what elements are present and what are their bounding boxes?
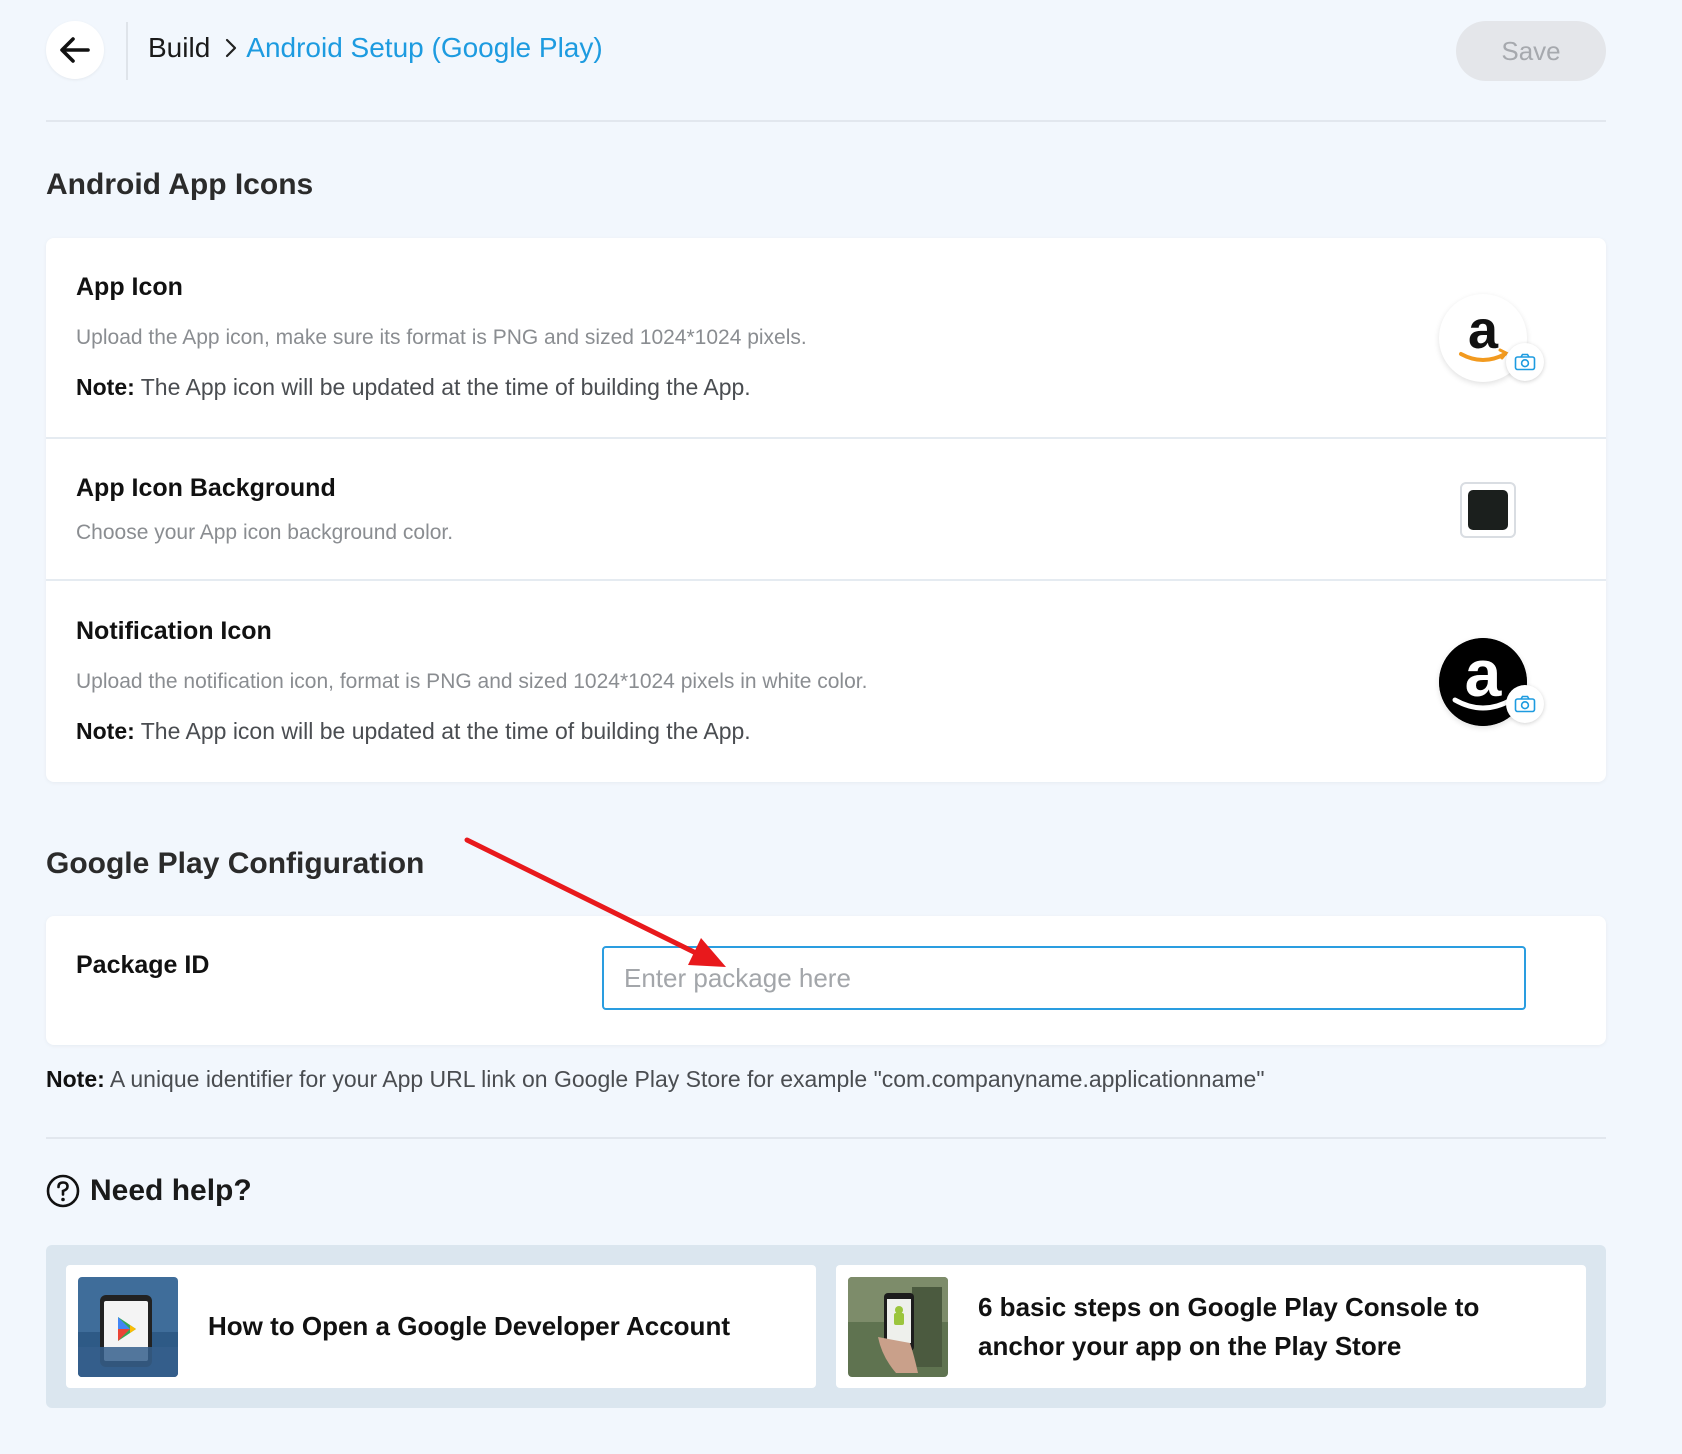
note-text: The App icon will be updated at the time…: [134, 718, 751, 744]
package-id-note: Note: A unique identifier for your App U…: [46, 1066, 1265, 1093]
app-icon-background-row: App Icon Background Choose your App icon…: [46, 439, 1606, 579]
camera-icon: [1514, 353, 1536, 371]
note-label: Note:: [46, 1066, 105, 1092]
breadcrumb-current: Android Setup (Google Play): [246, 32, 603, 63]
app-icon-note: Note: The App icon will be updated at th…: [76, 374, 751, 401]
note-text: The App icon will be updated at the time…: [134, 374, 751, 400]
section-divider: [46, 1137, 1606, 1139]
package-id-input[interactable]: [602, 946, 1526, 1010]
app-icon-background-description: Choose your App icon background color.: [76, 521, 454, 544]
android-app-icons-title: Android App Icons: [46, 168, 314, 201]
package-id-label: Package ID: [76, 951, 210, 979]
google-play-phone-image: [78, 1277, 178, 1377]
save-button[interactable]: Save: [1456, 21, 1606, 81]
help-articles-panel: How to Open a Google Developer Account 6…: [46, 1245, 1606, 1408]
android-setup-page: Build Android Setup (Google Play) Save A…: [0, 0, 1682, 1454]
help-article-card[interactable]: How to Open a Google Developer Account: [66, 1265, 816, 1388]
notification-icon-note: Note: The App icon will be updated at th…: [76, 718, 751, 745]
app-icon-row: App Icon Upload the App icon, make sure …: [46, 238, 1606, 438]
upload-notification-icon-button[interactable]: [1506, 685, 1544, 723]
question-circle-icon: [46, 1174, 80, 1208]
package-id-card: Package ID: [46, 916, 1606, 1045]
breadcrumb-build[interactable]: Build: [148, 32, 210, 64]
notification-icon-description: Upload the notification icon, format is …: [76, 670, 868, 693]
note-text: A unique identifier for your App URL lin…: [104, 1066, 1265, 1092]
note-label: Note:: [76, 718, 135, 744]
help-article-title: 6 basic steps on Google Play Console to …: [978, 1288, 1479, 1366]
app-icon-title: App Icon: [76, 273, 183, 301]
help-article-card[interactable]: 6 basic steps on Google Play Console to …: [836, 1265, 1586, 1388]
breadcrumb: Build Android Setup (Google Play): [148, 32, 603, 64]
article-thumbnail: [78, 1277, 178, 1377]
header-divider-line: [46, 120, 1606, 122]
notification-icon-row: Notification Icon Upload the notificatio…: [46, 581, 1606, 782]
svg-text:a: a: [1465, 638, 1503, 710]
android-phone-in-hand-image: [848, 1277, 948, 1377]
camera-icon: [1514, 695, 1536, 713]
article-thumbnail: [848, 1277, 948, 1377]
upload-app-icon-button[interactable]: [1506, 343, 1544, 381]
note-label: Note:: [76, 374, 135, 400]
help-article-title: How to Open a Google Developer Account: [208, 1311, 730, 1341]
app-icon-background-title: App Icon Background: [76, 474, 336, 502]
svg-text:a: a: [1468, 302, 1499, 360]
app-icon-description: Upload the App icon, make sure its forma…: [76, 326, 807, 349]
notification-icon-title: Notification Icon: [76, 617, 272, 645]
help-article-title-line: 6 basic steps on Google Play Console to: [978, 1292, 1480, 1322]
background-color-swatch: [1468, 490, 1508, 530]
arrow-left-icon: [60, 37, 90, 63]
back-button[interactable]: [46, 21, 104, 79]
help-article-title-line: anchor your app on the Play Store: [978, 1331, 1402, 1361]
background-color-picker[interactable]: [1460, 482, 1516, 538]
header-divider: [126, 22, 128, 80]
google-play-configuration-title: Google Play Configuration: [46, 847, 425, 880]
need-help-title: Need help?: [46, 1174, 252, 1208]
app-icons-card: App Icon Upload the App icon, make sure …: [46, 238, 1606, 782]
need-help-text: Need help?: [90, 1174, 252, 1207]
chevron-right-icon: [224, 37, 238, 59]
